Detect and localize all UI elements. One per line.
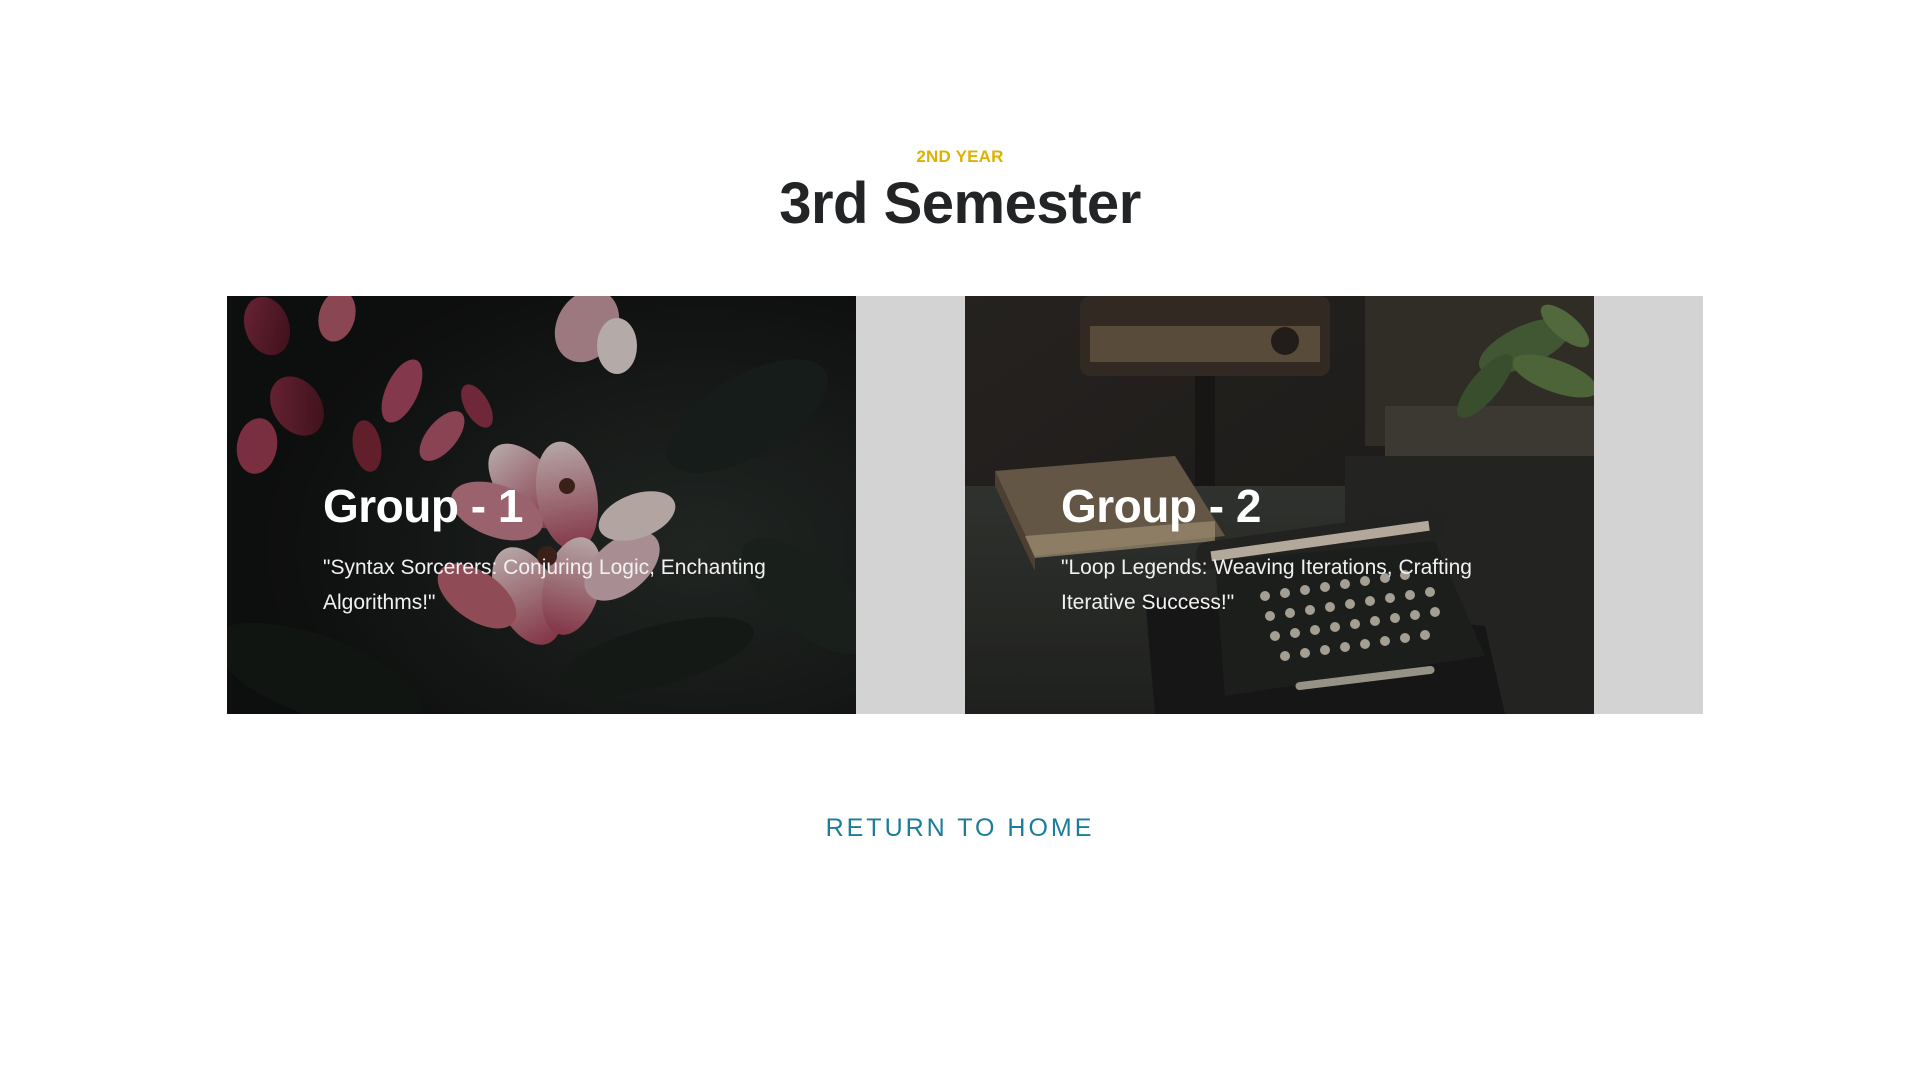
group-card-2[interactable]: Group - 2 "Loop Legends: Weaving Iterati… bbox=[965, 296, 1594, 714]
group-card-2-title: Group - 2 bbox=[1061, 480, 1261, 532]
section-eyebrow: 2ND YEAR bbox=[916, 147, 1004, 166]
group-card-2-quote: "Loop Legends: Weaving Iterations, Craft… bbox=[1061, 556, 1472, 614]
page: 2ND YEAR 3rd Semester Group - 1 "Syntax … bbox=[0, 0, 1920, 1080]
return-home-link[interactable]: RETURN TO HOME bbox=[0, 813, 1920, 843]
page-title: 3rd Semester bbox=[779, 171, 1141, 236]
group-card-2-content: Group - 2 "Loop Legends: Weaving Iterati… bbox=[1061, 480, 1541, 620]
group-card-1-content: Group - 1 "Syntax Sorcerers: Conjuring L… bbox=[323, 480, 803, 620]
group-card-1[interactable]: Group - 1 "Syntax Sorcerers: Conjuring L… bbox=[227, 296, 856, 714]
group-card-1-title: Group - 1 bbox=[323, 480, 523, 532]
group-card-1-quote: "Syntax Sorcerers: Conjuring Logic, Ench… bbox=[323, 556, 766, 614]
